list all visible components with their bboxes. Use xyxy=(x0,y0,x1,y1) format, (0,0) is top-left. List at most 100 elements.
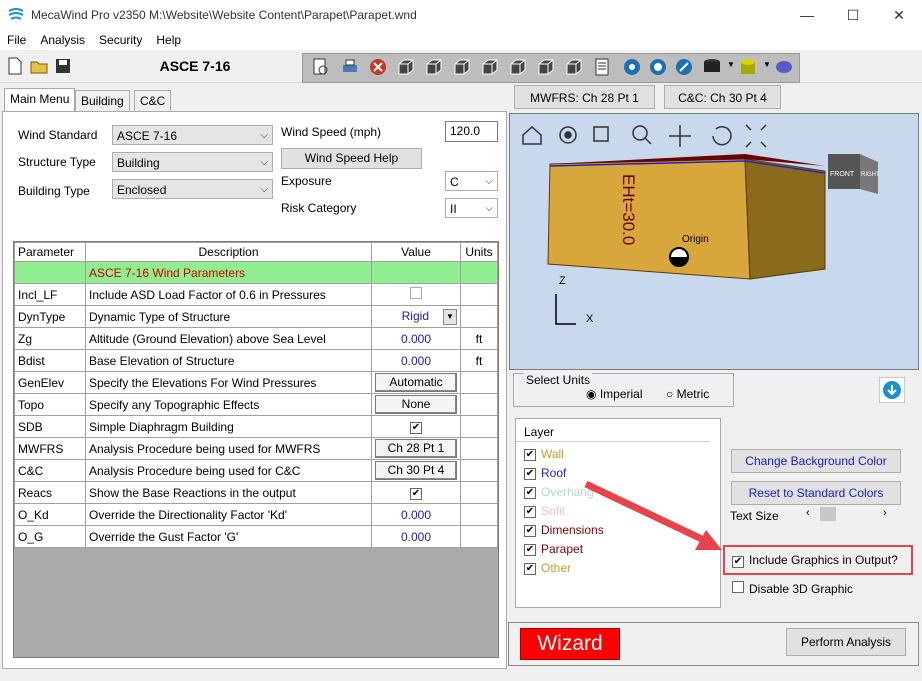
text-size-slider[interactable] xyxy=(820,507,836,521)
menu-analysis[interactable]: Analysis xyxy=(33,30,92,50)
cylinder-icon[interactable] xyxy=(703,58,721,76)
wind-speed-input[interactable]: 120.0 xyxy=(445,121,498,142)
tab-cc[interactable]: C&C xyxy=(134,90,172,111)
incl-lf-checkbox[interactable] xyxy=(410,287,422,299)
include-graphics-check[interactable]: ✔ xyxy=(732,556,744,568)
chevron-down-icon[interactable]: ▼ xyxy=(727,60,735,69)
chevron-down-icon[interactable]: ▼ xyxy=(763,60,771,69)
tab-building[interactable]: Building xyxy=(75,90,130,111)
layer-wall-checkbox[interactable]: ✔ xyxy=(524,448,536,461)
3d-viewport[interactable]: EHt=30.0 Origin Z X FRONT RIGHT xyxy=(509,113,919,370)
cube-view-2-icon[interactable] xyxy=(425,58,443,76)
og-value[interactable]: 0.000 xyxy=(371,525,461,548)
camera-icon[interactable] xyxy=(623,58,641,76)
wind-standard-select[interactable]: ASCE 7-16 ⌵ xyxy=(112,125,273,145)
layer-roof-checkbox[interactable]: ✔ xyxy=(524,467,536,480)
report-icon[interactable] xyxy=(593,58,611,76)
table-row[interactable]: O_Kd Override the Directionality Factor '… xyxy=(14,503,498,526)
print-icon[interactable] xyxy=(341,58,359,76)
chevron-left-icon[interactable]: ‹ xyxy=(806,507,810,519)
zg-value[interactable]: 0.000 xyxy=(371,327,461,350)
table-row[interactable]: Topo Specify any Topographic Effects None xyxy=(14,393,498,416)
open-folder-icon[interactable] xyxy=(30,57,48,75)
table-row[interactable]: Zg Altitude (Ground Elevation) above Sea … xyxy=(14,327,498,350)
minimize-button[interactable]: — xyxy=(784,0,830,30)
exposure-select[interactable]: C ⌵ xyxy=(445,171,498,191)
wind-speed-help-button[interactable]: Wind Speed Help xyxy=(281,148,422,169)
dyntype-dropdown-icon[interactable]: ▼ xyxy=(443,308,457,325)
layer-color-icon[interactable] xyxy=(739,58,757,76)
cube-view-3-icon[interactable] xyxy=(453,58,471,76)
menu-security[interactable]: Security xyxy=(92,30,149,50)
menu-help[interactable]: Help xyxy=(149,30,188,50)
layer-sofit[interactable]: ✔ Sofit xyxy=(524,504,565,518)
chevron-right-icon[interactable]: › xyxy=(883,507,887,519)
include-graphics-checkbox[interactable]: ✔ Include Graphics in Output? xyxy=(732,553,898,568)
wizard-button[interactable]: Wizard xyxy=(520,628,620,660)
cube-view-4-icon[interactable] xyxy=(481,58,499,76)
layer-other[interactable]: ✔ Other xyxy=(524,561,571,575)
param-units: ft xyxy=(460,327,498,350)
layer-parapet-checkbox[interactable]: ✔ xyxy=(524,543,536,556)
table-row[interactable]: Incl_LF Include ASD Load Factor of 0.6 in… xyxy=(14,283,498,306)
table-row[interactable]: SDB Simple Diaphragm Building ✔ xyxy=(14,415,498,438)
okd-value[interactable]: 0.000 xyxy=(371,503,461,526)
structure-type-select[interactable]: Building ⌵ xyxy=(112,152,273,172)
sdb-checkbox[interactable]: ✔ xyxy=(410,422,422,434)
eye-view-icon[interactable] xyxy=(649,58,667,76)
layer-overhang-checkbox[interactable]: ✔ xyxy=(524,486,536,499)
topo-button[interactable]: None xyxy=(375,395,457,414)
table-row[interactable]: O_G Override the Gust Factor 'G' 0.000 xyxy=(14,525,498,548)
home-icon xyxy=(522,125,542,145)
layer-roof[interactable]: ✔ Roof xyxy=(524,466,566,480)
table-row[interactable]: Reacs Show the Base Reactions in the outp… xyxy=(14,481,498,504)
table-row[interactable]: Bdist Base Elevation of Structure 0.000 ft xyxy=(14,349,498,372)
new-file-icon[interactable] xyxy=(6,57,24,75)
bdist-value[interactable]: 0.000 xyxy=(371,349,461,372)
reacs-checkbox[interactable]: ✔ xyxy=(410,488,422,500)
print-preview-icon[interactable] xyxy=(311,58,329,76)
menu-file[interactable]: File xyxy=(0,30,33,50)
layer-sofit-checkbox[interactable]: ✔ xyxy=(524,505,536,518)
navigation-icon[interactable] xyxy=(675,58,693,76)
layer-wall[interactable]: ✔ Wall xyxy=(524,447,564,461)
cube-view-7-icon[interactable] xyxy=(565,58,583,76)
layer-parapet[interactable]: ✔ Parapet xyxy=(524,542,583,556)
3d-view-icon[interactable] xyxy=(775,58,793,76)
cube-view-5-icon[interactable] xyxy=(509,58,527,76)
param-description: Show the Base Reactions in the output xyxy=(85,481,372,504)
col-description: Description xyxy=(85,242,372,262)
metric-radio[interactable]: ○ Metric xyxy=(666,387,709,401)
title-bar: MecaWind Pro v2350 M:\Website\Website Co… xyxy=(0,0,922,30)
mwfrs-procedure-button[interactable]: Ch 28 Pt 1 xyxy=(375,439,457,458)
section-row: ASCE 7-16 Wind Parameters xyxy=(14,261,498,284)
stop-icon[interactable] xyxy=(369,58,387,76)
chevron-down-icon: ⌵ xyxy=(260,130,268,141)
reset-standard-colors-button[interactable]: Reset to Standard Colors xyxy=(731,481,901,505)
perform-analysis-button[interactable]: Perform Analysis xyxy=(786,628,906,656)
layer-dimensions-checkbox[interactable]: ✔ xyxy=(524,524,536,537)
cube-view-6-icon[interactable] xyxy=(537,58,555,76)
close-button[interactable]: ✕ xyxy=(876,0,922,30)
cube-view-1-icon[interactable] xyxy=(397,58,415,76)
table-row[interactable]: C&C Analysis Procedure being used for C&C… xyxy=(14,459,498,482)
building-type-select[interactable]: Enclosed ⌵ xyxy=(112,179,273,199)
tab-main-menu[interactable]: Main Menu xyxy=(4,88,76,112)
disable-3d-check[interactable] xyxy=(732,581,744,593)
mwfrs-button[interactable]: MWFRS: Ch 28 Pt 1 xyxy=(514,85,655,109)
genelev-button[interactable]: Automatic xyxy=(375,373,457,392)
cc-button[interactable]: C&C: Ch 30 Pt 4 xyxy=(664,85,781,109)
param-description: Specify any Topographic Effects xyxy=(85,393,372,416)
table-row[interactable]: DynType Dynamic Type of Structure Rigid ▼ xyxy=(14,305,498,328)
imperial-radio[interactable]: ◉ Imperial xyxy=(586,387,643,401)
change-background-color-button[interactable]: Change Background Color xyxy=(731,449,901,473)
maximize-button[interactable]: ☐ xyxy=(830,0,876,30)
table-row[interactable]: GenElev Specify the Elevations For Wind P… xyxy=(14,371,498,394)
disable-3d-checkbox[interactable]: Disable 3D Graphic xyxy=(732,581,853,596)
download-icon[interactable] xyxy=(879,377,905,403)
layer-other-checkbox[interactable]: ✔ xyxy=(524,562,536,575)
risk-category-select[interactable]: II ⌵ xyxy=(445,198,498,218)
cc-procedure-button[interactable]: Ch 30 Pt 4 xyxy=(375,461,457,480)
table-row[interactable]: MWFRS Analysis Procedure being used for M… xyxy=(14,437,498,460)
save-icon[interactable] xyxy=(54,57,72,75)
